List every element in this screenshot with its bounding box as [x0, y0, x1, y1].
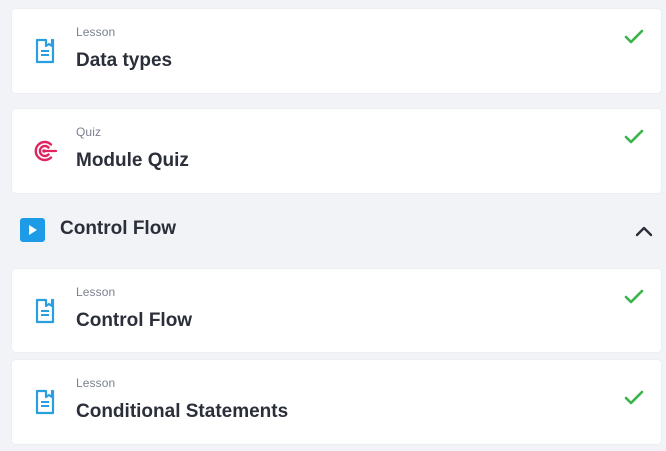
completed-check-icon	[623, 127, 645, 147]
lesson-document-icon	[32, 297, 58, 325]
item-title: Module Quiz	[76, 150, 189, 171]
quiz-item-module-quiz[interactable]: Quiz Module Quiz	[12, 109, 661, 193]
item-type-label: Quiz	[76, 125, 102, 139]
lesson-item-data-types[interactable]: Lesson Data types	[12, 9, 661, 93]
item-title: Control Flow	[76, 310, 193, 331]
item-type-label: Lesson	[76, 285, 116, 299]
completed-check-icon	[623, 388, 645, 408]
lesson-item-control-flow[interactable]: Lesson Control Flow	[12, 269, 661, 352]
section-title: Control Flow	[60, 218, 177, 239]
item-type-label: Lesson	[76, 25, 116, 39]
lesson-document-icon	[32, 37, 58, 65]
item-title: Data types	[76, 50, 173, 71]
quiz-target-icon	[32, 137, 58, 165]
lesson-document-icon	[32, 388, 58, 416]
chevron-up-icon[interactable]	[633, 220, 655, 242]
completed-check-icon	[623, 27, 645, 47]
item-type-label: Lesson	[76, 376, 116, 390]
course-outline: Lesson Data types Quiz Module Quiz Contr…	[0, 0, 666, 451]
lesson-item-conditional-statements[interactable]: Lesson Conditional Statements	[12, 360, 661, 444]
completed-check-icon	[623, 287, 645, 307]
section-header-control-flow[interactable]: Control Flow	[12, 206, 661, 254]
item-title: Conditional Statements	[76, 401, 289, 422]
play-icon	[20, 218, 45, 242]
